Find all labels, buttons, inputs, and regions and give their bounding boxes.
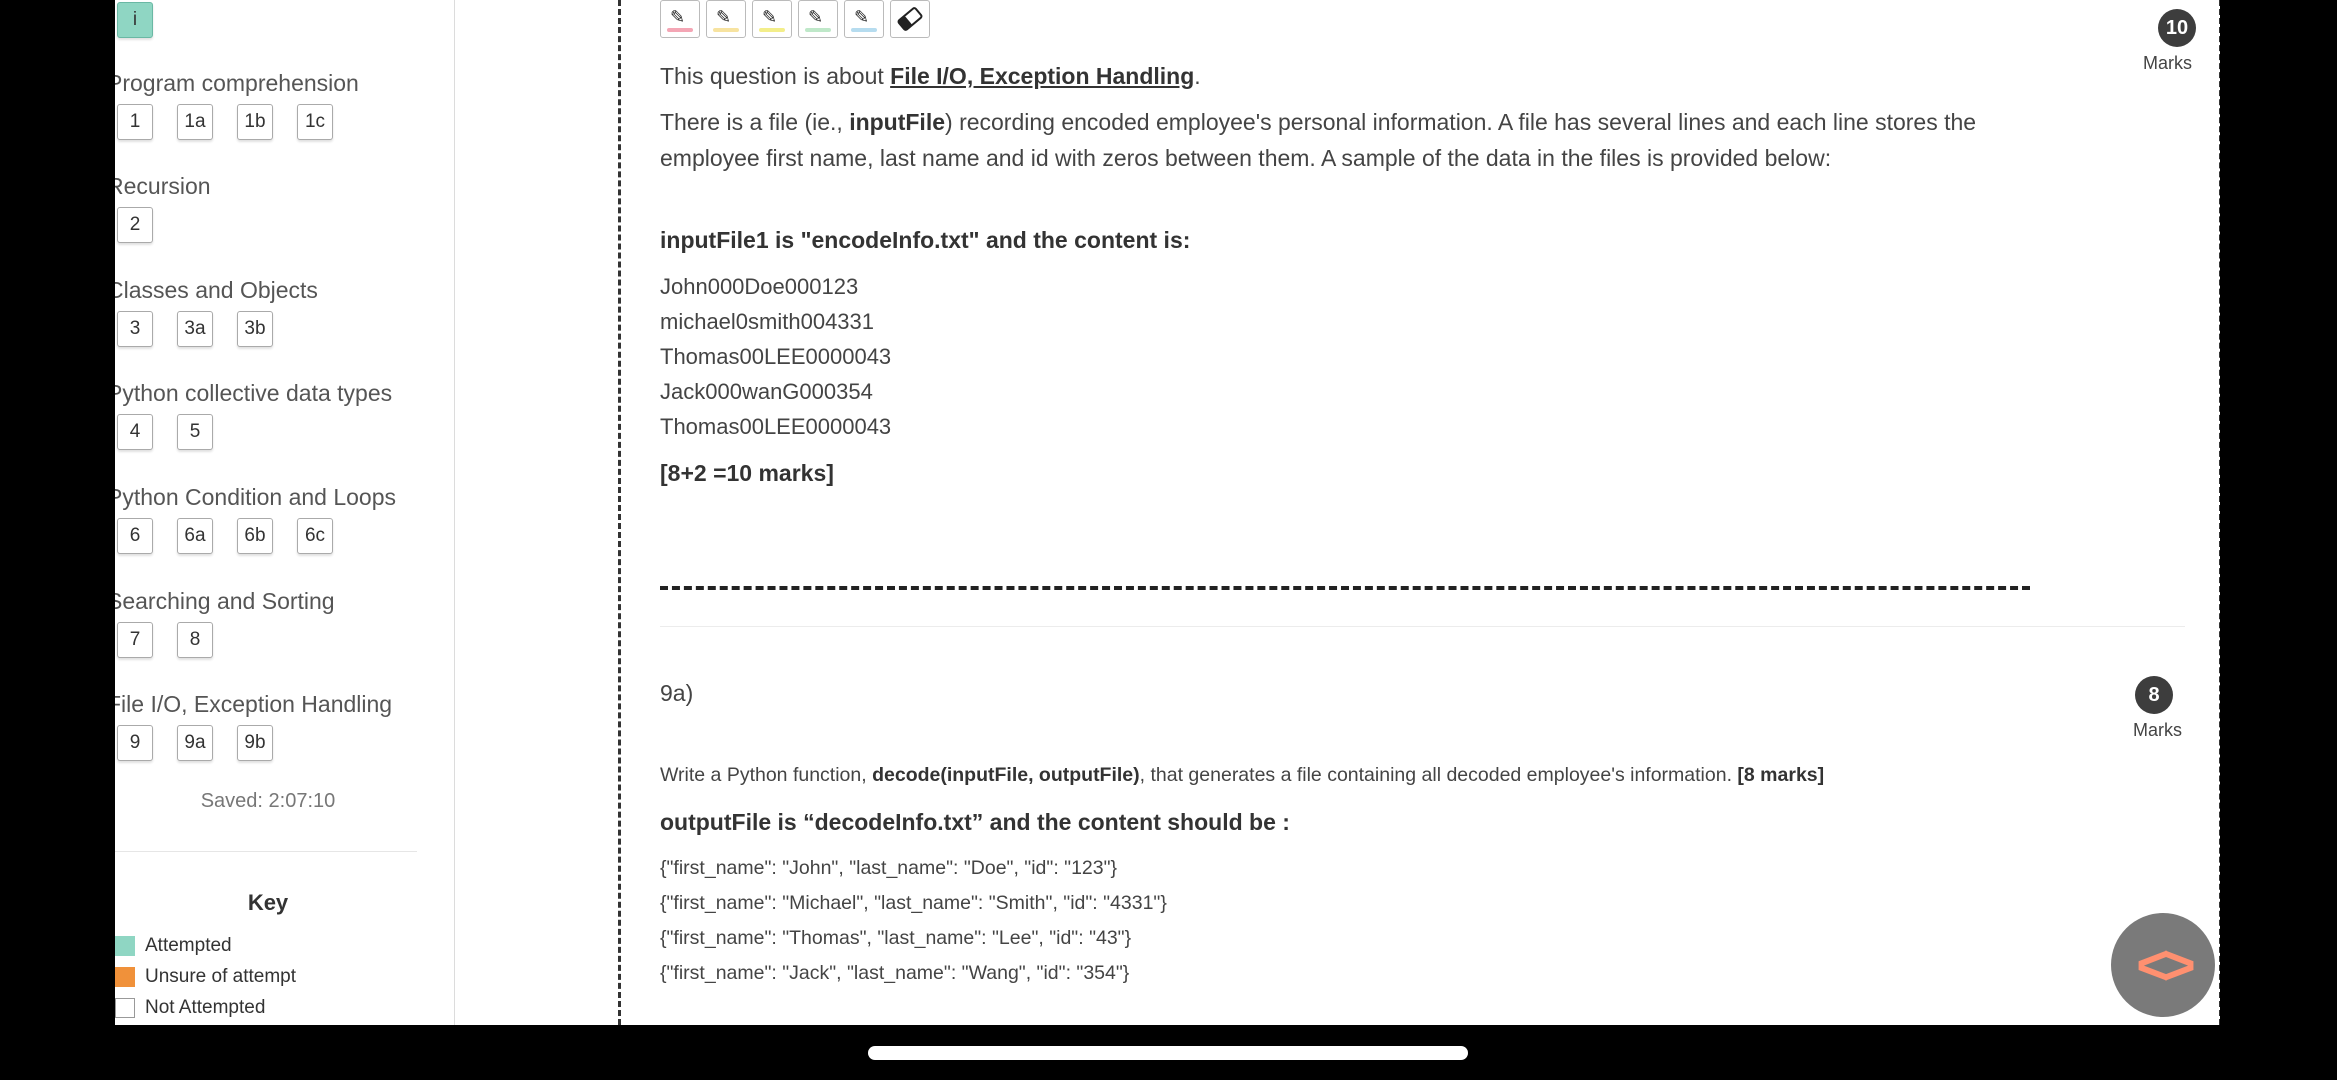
question-divider	[660, 586, 2030, 590]
question-button-9a[interactable]: 9a	[177, 725, 213, 761]
subquestion-label: 9a)	[660, 680, 694, 706]
question-button-6a[interactable]: 6a	[177, 518, 213, 554]
home-indicator[interactable]	[868, 1046, 1468, 1060]
prompt-d: [8 marks]	[1737, 764, 1825, 786]
input-line: Thomas00LEE0000043	[660, 344, 892, 369]
key-item-unsure: Unsure of attempt	[115, 965, 296, 989]
color-stripe	[805, 28, 831, 32]
para1-c: ) recording encoded employee's personal …	[945, 109, 1977, 135]
eraser-button[interactable]	[890, 0, 930, 38]
highlighter-pink-button[interactable]: ✎	[660, 0, 700, 38]
total-marks-badge: 10	[2158, 9, 2196, 47]
prompt-b: decode(inputFile, outputFile)	[872, 764, 1140, 786]
question-button-4[interactable]: 4	[117, 414, 153, 450]
question-button-6b[interactable]: 6b	[237, 518, 273, 554]
intro-topic: File I/O, Exception Handling	[890, 63, 1195, 89]
question-button-6[interactable]: 6	[117, 518, 153, 554]
output-line: {"first_name": "Jack", "last_name": "Wan…	[660, 962, 1130, 984]
question-button-5[interactable]: 5	[177, 414, 213, 450]
prompt-c: , that generates a file containing all d…	[1139, 764, 1738, 786]
highlighter-green-button[interactable]: ✎	[798, 0, 838, 38]
color-stripe	[851, 28, 877, 32]
question-button-3a[interactable]: 3a	[177, 311, 213, 347]
question-button-8[interactable]: 8	[177, 622, 213, 658]
pen-icon: ✎	[854, 7, 870, 27]
section-title-recursion: Recursion	[115, 173, 211, 199]
output-file-heading: outputFile is “decodeInfo.txt” and the c…	[660, 809, 1290, 835]
eraser-icon	[897, 7, 923, 31]
key-title: Key	[247, 890, 289, 915]
question-navigator: i Program comprehension 1 1a 1b 1c Recur…	[115, 0, 454, 1025]
question-button-1[interactable]: 1	[117, 104, 153, 140]
para1-a: There is a file (ie.,	[660, 109, 850, 135]
question-button-1c[interactable]: 1c	[297, 104, 333, 140]
intro-prefix: This question is about	[660, 63, 891, 89]
exam-app: i Program comprehension 1 1a 1b 1c Recur…	[115, 0, 2220, 1025]
section-separator	[660, 626, 2185, 627]
intro-suffix: .	[1194, 63, 1201, 89]
content-border-right	[2219, 0, 2220, 1025]
unsure-swatch	[115, 967, 135, 987]
question-button-3b[interactable]: 3b	[237, 311, 273, 347]
color-stripe	[667, 28, 693, 32]
code-icon: <>	[2136, 933, 2195, 996]
section-title-collective-types: Python collective data types	[115, 380, 393, 406]
input-line: John000Doe000123	[660, 274, 859, 299]
subquestion-prompt: Write a Python function, decode(inputFil…	[660, 764, 1824, 787]
highlighter-peach-button[interactable]: ✎	[706, 0, 746, 38]
pen-icon: ✎	[670, 7, 686, 27]
input-line: Jack000wanG000354	[660, 379, 873, 404]
output-line: {"first_name": "Thomas", "last_name": "L…	[660, 927, 1132, 949]
pen-icon: ✎	[716, 7, 732, 27]
section-title-searching-sorting: Searching and Sorting	[115, 588, 335, 614]
key-label-unsure: Unsure of attempt	[145, 966, 297, 987]
total-marks-label: Marks	[2143, 53, 2192, 73]
saved-timestamp: Saved: 2:07:10	[200, 790, 336, 812]
highlighter-blue-button[interactable]: ✎	[844, 0, 884, 38]
question-button-2[interactable]: 2	[117, 207, 153, 243]
question-button-7[interactable]: 7	[117, 622, 153, 658]
section-title-conditions-loops: Python Condition and Loops	[115, 484, 396, 510]
section-title-classes-objects: Classes and Objects	[115, 277, 318, 303]
key-label-attempted: Attempted	[145, 935, 232, 956]
highlighter-yellow-button[interactable]: ✎	[752, 0, 792, 38]
input-line: michael0smith004331	[660, 309, 875, 334]
attempted-swatch	[115, 936, 135, 956]
question-button-9b[interactable]: 9b	[237, 725, 273, 761]
question-button-1b[interactable]: 1b	[237, 104, 273, 140]
question-intro: This question is about File I/O, Excepti…	[660, 63, 1201, 90]
section-title-program-comprehension: Program comprehension	[115, 70, 359, 96]
subquestion-marks-badge: 8	[2135, 676, 2173, 714]
output-line: {"first_name": "John", "last_name": "Doe…	[660, 857, 1118, 879]
subquestion-marks-label: Marks	[2133, 720, 2182, 740]
question-button-1a[interactable]: 1a	[177, 104, 213, 140]
not-attempted-swatch	[115, 998, 135, 1018]
annotation-toolbar: ✎ ✎ ✎ ✎ ✎	[660, 0, 930, 38]
color-stripe	[759, 28, 785, 32]
code-button[interactable]: <>	[2111, 913, 2215, 1017]
section-title-file-io: File I/O, Exception Handling	[115, 691, 393, 717]
marks-breakdown: [8+2 =10 marks]	[660, 460, 834, 486]
content-border-left	[618, 0, 621, 1025]
color-stripe	[713, 28, 739, 32]
question-button-9[interactable]: 9	[117, 725, 153, 761]
prompt-a: Write a Python function,	[660, 764, 873, 786]
pen-icon: ✎	[808, 7, 824, 27]
pen-icon: ✎	[762, 7, 778, 27]
device-screen: i Program comprehension 1 1a 1b 1c Recur…	[0, 0, 2337, 1080]
key-item-attempted: Attempted	[115, 934, 232, 958]
key-item-not-attempted: Not Attempted	[115, 996, 265, 1020]
para1-b: inputFile	[849, 109, 946, 135]
question-button-6c[interactable]: 6c	[297, 518, 333, 554]
sidebar-gutter	[454, 0, 571, 1025]
question-paragraph-line2: employee first name, last name and id wi…	[660, 145, 1832, 171]
sidebar-divider	[115, 851, 417, 852]
question-button-3[interactable]: 3	[117, 311, 153, 347]
question-button-info[interactable]: i	[117, 2, 153, 38]
input-file-heading: inputFile1 is "encodeInfo.txt" and the c…	[660, 227, 1191, 253]
input-line: Thomas00LEE0000043	[660, 414, 892, 439]
question-paragraph-line1: There is a file (ie., inputFile) recordi…	[660, 109, 1976, 136]
output-line: {"first_name": "Michael", "last_name": "…	[660, 892, 1167, 914]
key-label-not-attempted: Not Attempted	[145, 997, 266, 1018]
